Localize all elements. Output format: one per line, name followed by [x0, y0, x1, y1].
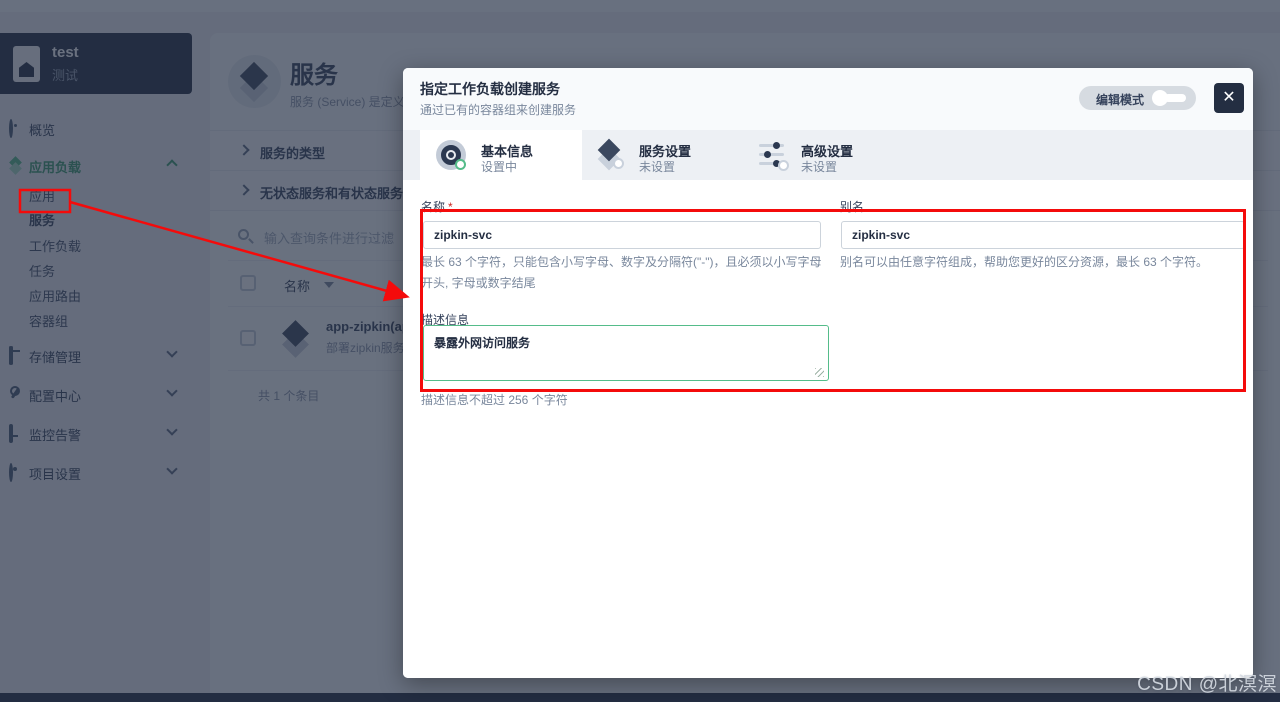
required-asterisk: *: [448, 200, 453, 214]
resize-handle-icon[interactable]: [815, 368, 824, 377]
edit-mode-toggle[interactable]: 编辑模式: [1079, 86, 1196, 110]
modal-body: 名称* 最长 63 个字符，只能包含小写字母、数字及分隔符("-")，且必须以小…: [403, 180, 1253, 678]
alias-help-text: 别名可以由任意字符组成，帮助您更好的区分资源，最长 63 个字符。: [840, 255, 1209, 269]
step2-service-icon: [595, 138, 624, 171]
description-help-text: 描述信息不超过 256 个字符: [421, 393, 568, 407]
name-help-text: 最长 63 个字符，只能包含小写字母、数字及分隔符("-")，且必须以小写字母开…: [421, 255, 822, 290]
modal-subtitle: 通过已有的容器组来创建服务: [420, 103, 577, 117]
toggle-switch-icon[interactable]: [1152, 90, 1188, 106]
steps-bar: 基本信息 设置中 服务设置 未设置 高级设置 未设置: [403, 130, 1253, 180]
alias-label: 别名: [840, 200, 865, 214]
step3-sliders-icon: [759, 142, 789, 171]
step1-radio-icon: [436, 140, 466, 170]
watermark: CSDN @北溟溟: [1137, 674, 1277, 695]
step-advanced-settings[interactable]: 高级设置 未设置: [759, 130, 909, 180]
step-service-settings[interactable]: 服务设置 未设置: [595, 130, 745, 180]
close-icon[interactable]: ✕: [1214, 83, 1244, 113]
page: test 测试 概览 应用负载 应用 服务 工作负载 任务 应用路由 容器组 存…: [0, 0, 1280, 702]
name-label: 名称 *: [421, 200, 453, 214]
modal-title: 指定工作负载创建服务: [420, 81, 560, 97]
alias-input[interactable]: [841, 221, 1245, 249]
modal-header: 指定工作负载创建服务 通过已有的容器组来创建服务 编辑模式 ✕: [403, 68, 1253, 130]
step-basic-info[interactable]: 基本信息 设置中: [436, 130, 586, 180]
description-textarea[interactable]: 暴露外网访问服务: [423, 325, 829, 381]
create-service-modal: 指定工作负载创建服务 通过已有的容器组来创建服务 编辑模式 ✕ 基本信息 设置中: [403, 68, 1253, 678]
name-input[interactable]: [423, 221, 821, 249]
